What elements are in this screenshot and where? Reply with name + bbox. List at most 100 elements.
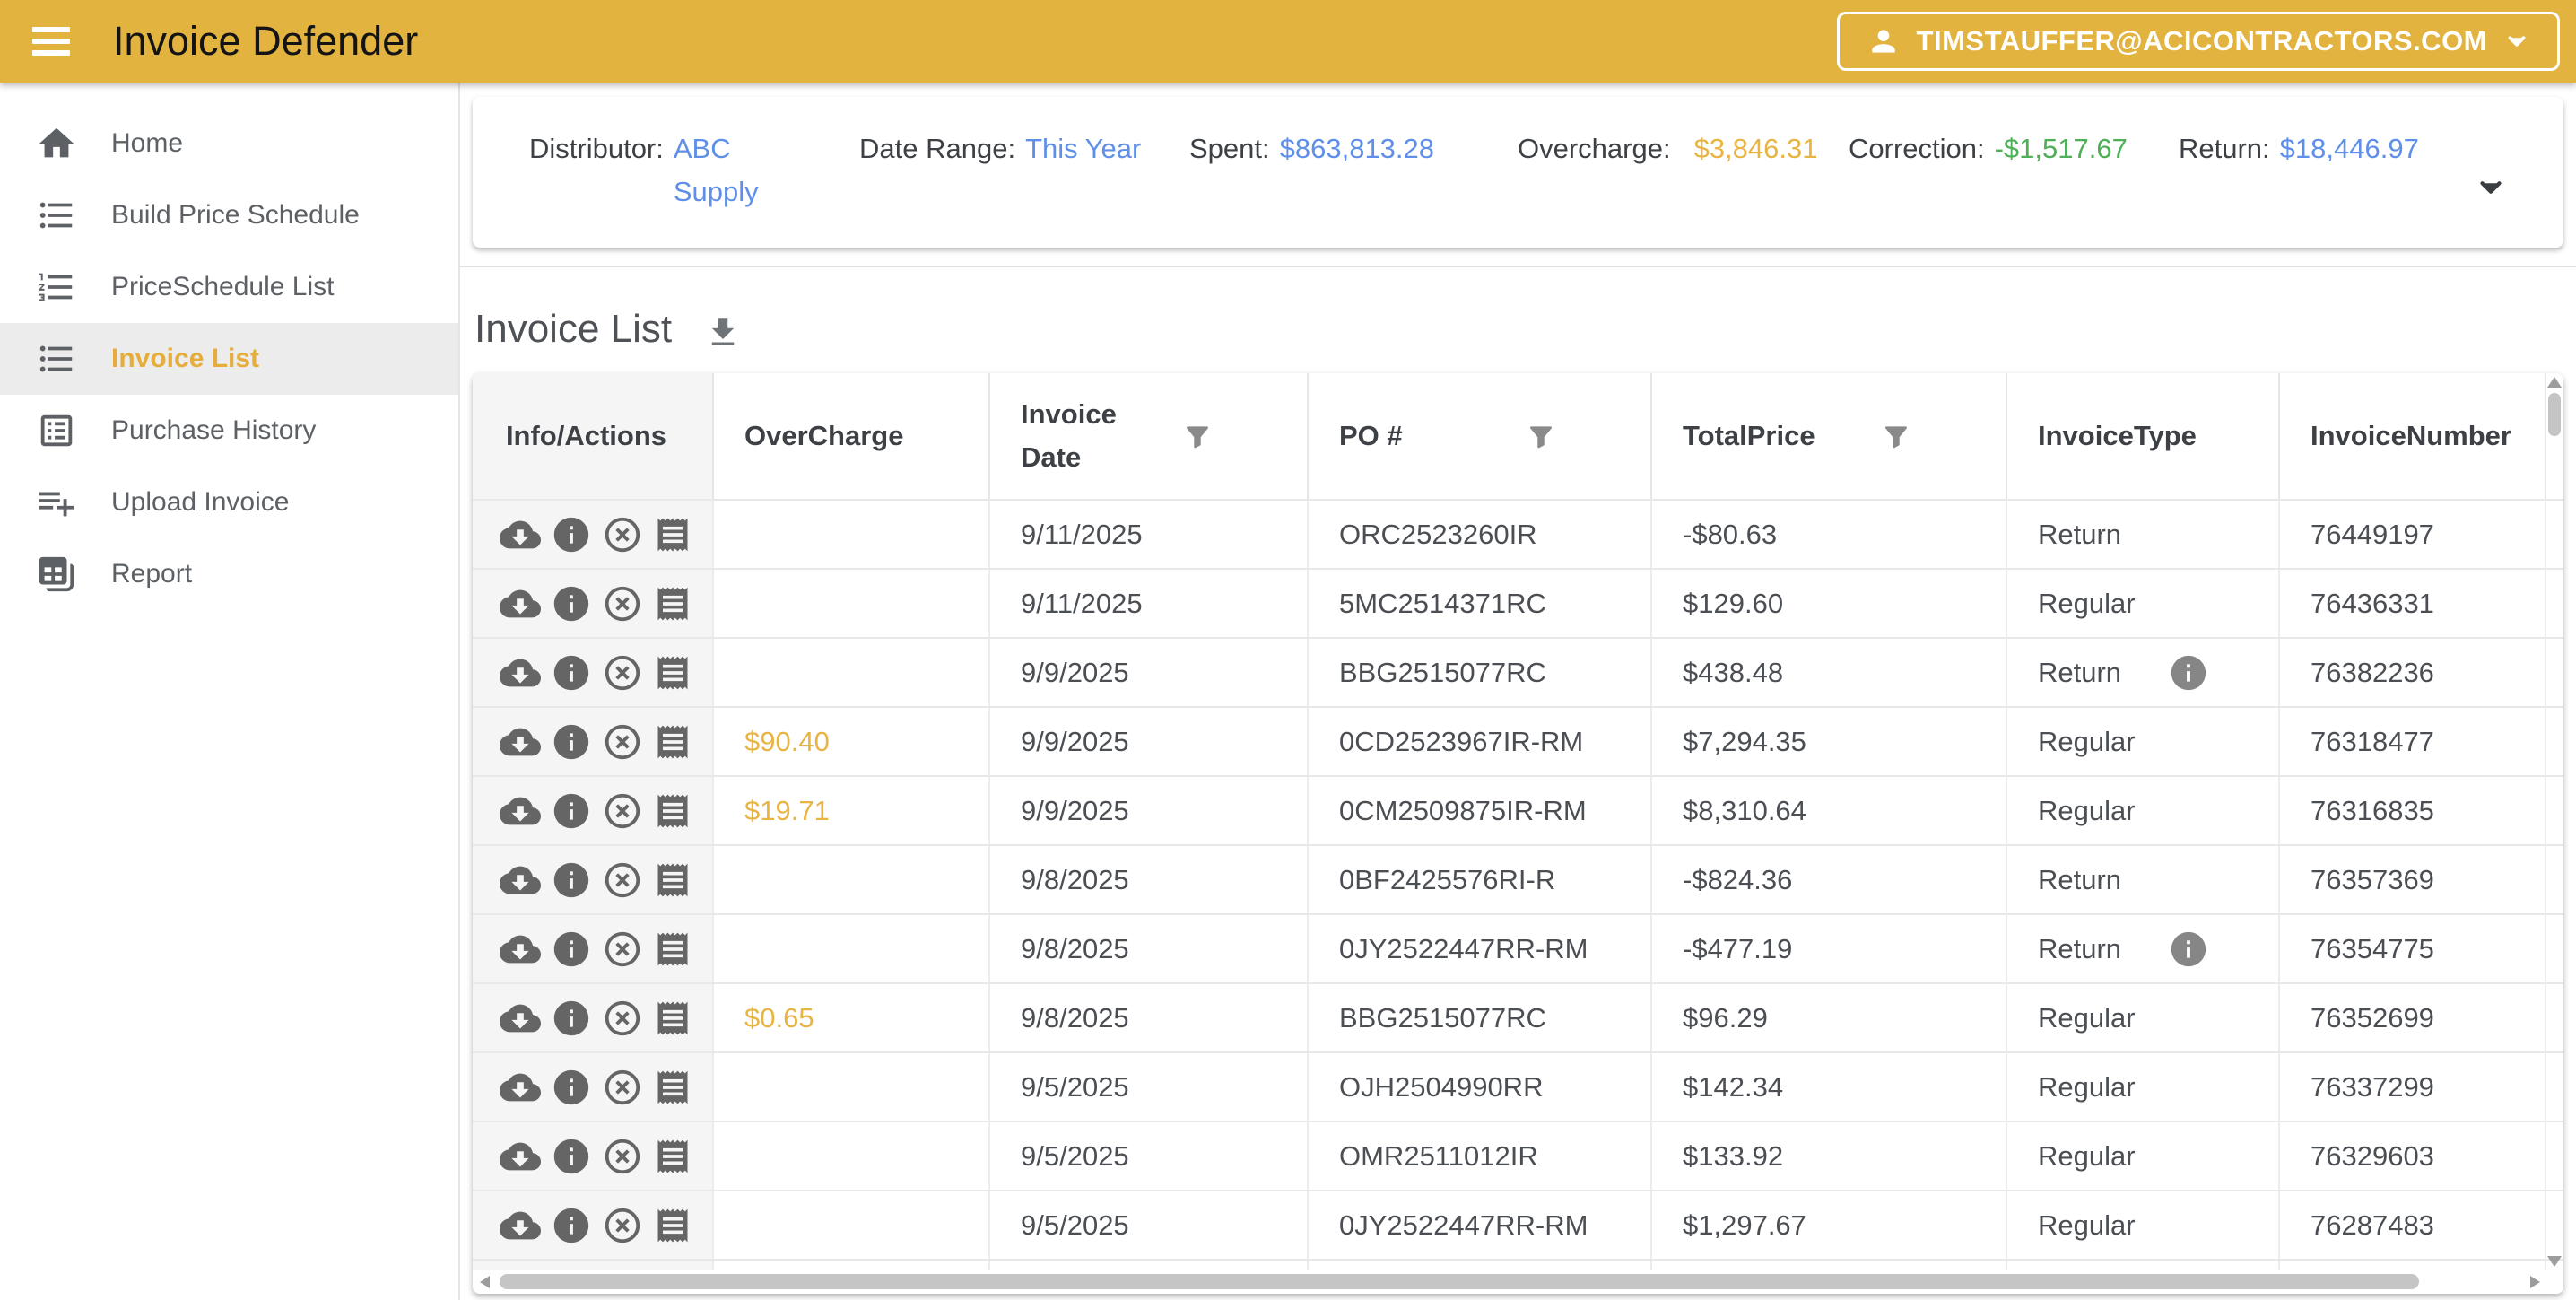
receipt-icon[interactable] — [653, 860, 692, 900]
cloud-download-icon[interactable] — [500, 1136, 541, 1177]
chevron-down-icon — [2503, 28, 2530, 55]
cell-invoice-date: 9/8/2025 — [990, 984, 1309, 1051]
receipt-icon[interactable] — [653, 929, 692, 969]
cell-invoice-type-value: Regular — [2038, 795, 2136, 827]
cell-invoice-date: 9/5/2025 — [990, 1122, 1309, 1190]
cloud-download-icon[interactable] — [500, 929, 541, 970]
scroll-down-arrow[interactable] — [2547, 1256, 2562, 1267]
cloud-download-icon[interactable] — [500, 583, 541, 624]
cancel-icon[interactable] — [602, 790, 643, 832]
menu-icon[interactable] — [27, 22, 75, 61]
receipt-icon[interactable] — [653, 722, 692, 762]
horizontal-scrollbar — [473, 1270, 2563, 1294]
receipt-icon[interactable] — [653, 791, 692, 831]
cloud-download-icon[interactable] — [500, 859, 541, 901]
cloud-download-icon[interactable] — [500, 998, 541, 1039]
vertical-scrollbar — [2546, 377, 2563, 1267]
cloud-download-icon[interactable] — [500, 652, 541, 694]
cell-info-actions — [473, 639, 714, 706]
summary-value[interactable]: ABC Supply — [674, 127, 783, 214]
user-menu-button[interactable]: TIMSTAUFFER@ACICONTRACTORS.COM — [1837, 12, 2560, 71]
summary-value[interactable]: $18,446.97 — [2280, 127, 2419, 170]
cancel-icon[interactable] — [602, 721, 643, 763]
receipt-icon[interactable] — [653, 584, 692, 624]
info-icon[interactable] — [551, 1136, 592, 1177]
horizontal-scrollbar-thumb[interactable] — [500, 1274, 2419, 1289]
receipt-icon[interactable] — [653, 1068, 692, 1107]
info-icon[interactable] — [551, 1205, 592, 1246]
cell-invoice-type-value: Regular — [2038, 588, 2136, 620]
cancel-icon[interactable] — [602, 859, 643, 901]
info-icon[interactable] — [551, 790, 592, 832]
summary-value[interactable]: $863,813.28 — [1280, 127, 1434, 170]
cancel-icon[interactable] — [602, 929, 643, 970]
info-icon[interactable] — [551, 652, 592, 694]
cell-invoice-type-value: Regular — [2038, 726, 2136, 758]
cloud-download-icon[interactable] — [500, 790, 541, 832]
info-icon[interactable] — [551, 859, 592, 901]
info-badge-icon[interactable] — [2168, 929, 2209, 970]
cancel-icon[interactable] — [602, 1067, 643, 1108]
col-header-invoice-date: Invoice Date — [990, 373, 1309, 499]
filter-funnel-icon[interactable] — [1882, 422, 1910, 450]
sidebar-item-home[interactable]: Home — [0, 108, 458, 179]
cell-invoice-date: 9/11/2025 — [990, 501, 1309, 568]
sidebar-item-report[interactable]: Report — [0, 538, 458, 610]
cell-total-price: $96.29 — [1652, 984, 2007, 1051]
cell-invoice-number-value: 76352699 — [2311, 1002, 2434, 1034]
cell-total-price-value: $96.29 — [1683, 1002, 1768, 1034]
summary-label: Return: — [2179, 127, 2270, 170]
sidebar-item-purchase-history[interactable]: Purchase History — [0, 395, 458, 467]
info-icon[interactable] — [551, 514, 592, 555]
cloud-download-icon[interactable] — [500, 721, 541, 763]
filter-funnel-icon[interactable] — [1527, 422, 1555, 450]
cancel-icon[interactable] — [602, 514, 643, 555]
info-icon[interactable] — [551, 998, 592, 1039]
sidebar-item-upload-invoice[interactable]: Upload Invoice — [0, 467, 458, 538]
scroll-up-arrow[interactable] — [2547, 377, 2562, 388]
cloud-download-icon[interactable] — [500, 1067, 541, 1108]
info-icon[interactable] — [551, 929, 592, 970]
sidebar-item-build-price-schedule[interactable]: Build Price Schedule — [0, 179, 458, 251]
download-icon[interactable] — [704, 314, 742, 352]
scroll-left-arrow[interactable] — [480, 1276, 490, 1288]
cloud-download-icon[interactable] — [500, 514, 541, 555]
cell-total-price: $129.60 — [1652, 570, 2007, 637]
cell-invoice-date: 9/11/2025 — [990, 570, 1309, 637]
cell-po-number-value: ORC2523260IR — [1339, 519, 1537, 551]
vertical-scrollbar-thumb[interactable] — [2548, 393, 2561, 436]
cancel-icon[interactable] — [602, 1136, 643, 1177]
cancel-icon[interactable] — [602, 583, 643, 624]
cell-invoice-date-value: 9/8/2025 — [1021, 1002, 1129, 1034]
cancel-icon[interactable] — [602, 652, 643, 694]
receipt-icon[interactable] — [653, 1137, 692, 1176]
cell-invoice-number: 76329603 — [2280, 1122, 2546, 1190]
info-icon[interactable] — [551, 583, 592, 624]
summary-value[interactable]: This Year — [1025, 127, 1141, 170]
cell-info-actions — [473, 570, 714, 637]
sidebar-item-priceschedule-list[interactable]: PriceSchedule List — [0, 251, 458, 323]
cell-po-number-value: OJH2504990RR — [1339, 1071, 1543, 1104]
cancel-icon[interactable] — [602, 998, 643, 1039]
receipt-icon[interactable] — [653, 653, 692, 693]
receipt-icon[interactable] — [653, 999, 692, 1038]
receipt-icon[interactable] — [653, 515, 692, 554]
cancel-icon[interactable] — [602, 1205, 643, 1246]
table-row: $19.719/9/20250CM2509875IR-RM$8,310.64Re… — [473, 775, 2563, 844]
info-icon[interactable] — [551, 721, 592, 763]
cell-invoice-date: 9/5/2025 — [990, 1053, 1309, 1121]
info-icon[interactable] — [551, 1067, 592, 1108]
table-row: 9/11/2025ORC2523260IR-$80.63Return764491… — [473, 499, 2563, 568]
cloud-download-icon[interactable] — [500, 1205, 541, 1246]
col-header-label: Info/Actions — [506, 414, 666, 458]
summary-label: Correction: — [1849, 127, 1985, 170]
chevron-down-icon[interactable] — [2474, 170, 2508, 205]
info-badge-icon[interactable] — [2168, 652, 2209, 694]
scroll-right-arrow[interactable] — [2530, 1276, 2540, 1288]
filter-funnel-icon[interactable] — [1183, 422, 1212, 450]
sidebar-item-invoice-list[interactable]: Invoice List — [0, 323, 458, 395]
sidebar-item-label: Build Price Schedule — [111, 200, 360, 231]
cell-po-number-value: 5MC2514371RC — [1339, 588, 1546, 620]
receipt-icon[interactable] — [653, 1206, 692, 1245]
cell-invoice-number-value: 76449197 — [2311, 519, 2434, 551]
